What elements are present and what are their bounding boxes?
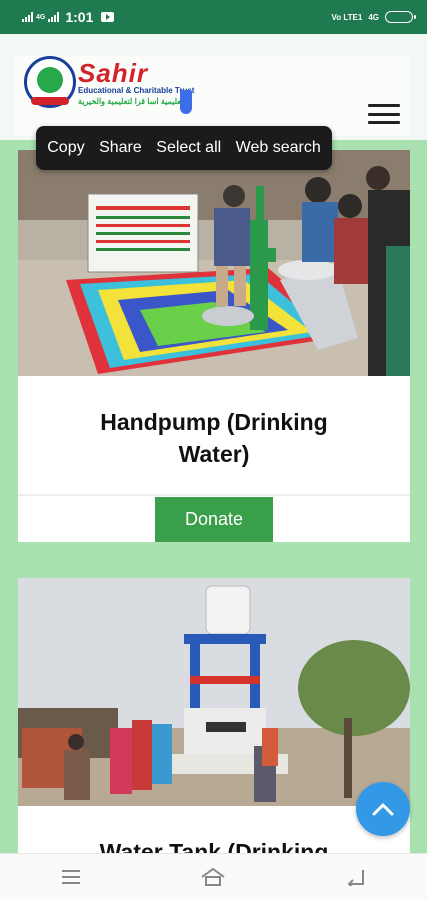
battery-icon [385,11,416,23]
status-left: 4G 1:01 [22,9,115,25]
scroll-top-button[interactable] [356,782,410,836]
select-all-menu-item[interactable]: Select all [156,139,221,157]
donate-button[interactable]: Donate [155,497,273,542]
network-label-left: 4G [36,13,46,21]
content-area[interactable]: Handpump (Drinking Water) Donate Water T… [0,140,427,853]
hamburger-icon[interactable] [368,104,400,124]
project-card: Handpump (Drinking Water) Donate [18,150,410,542]
home-icon[interactable] [193,862,233,892]
text-selection-handle[interactable] [180,90,192,114]
project-card: Water Tank (Drinking [18,578,410,853]
card-title: Water Tank (Drinking [99,839,329,853]
brand-name: Sahir [78,58,149,88]
signal-icon-2 [48,12,60,22]
back-icon[interactable] [336,862,376,892]
site-header: Sahir Educational & Charitable Trust تعل… [0,34,427,140]
water-tank-image [18,578,410,806]
status-right: Vo LTE1 4G [331,11,416,23]
chevron-up-icon [372,803,394,816]
menu-lines-icon[interactable] [51,862,91,892]
logo-emblem-icon [24,56,76,108]
network-label-right: 4G [368,12,379,22]
volte-label: Vo LTE1 [331,12,363,22]
youtube-notification-icon [101,12,115,22]
signal-icon [22,12,33,22]
handpump-photo [18,150,410,376]
brand-arabic-tagline: تعليمية اسا قرا لتعليمية والخيرية [78,97,184,106]
web-search-menu-item[interactable]: Web search [236,139,321,157]
logo[interactable]: Sahir Educational & Charitable Trust تعل… [14,56,410,136]
share-menu-item[interactable]: Share [99,139,142,157]
water-tank-photo [18,578,410,806]
card-title: Handpump (Drinking Water) [100,409,328,467]
brand-tagline: Educational & Charitable Trust [78,86,195,95]
text-selection-menu: Copy Share Select all Web search [36,126,332,170]
copy-menu-item[interactable]: Copy [47,139,84,157]
status-time: 1:01 [65,9,94,25]
card-divider [18,494,410,496]
system-nav-bar [0,853,427,900]
status-bar: 4G 1:01 Vo LTE1 4G [0,0,427,34]
handpump-image [18,150,410,376]
